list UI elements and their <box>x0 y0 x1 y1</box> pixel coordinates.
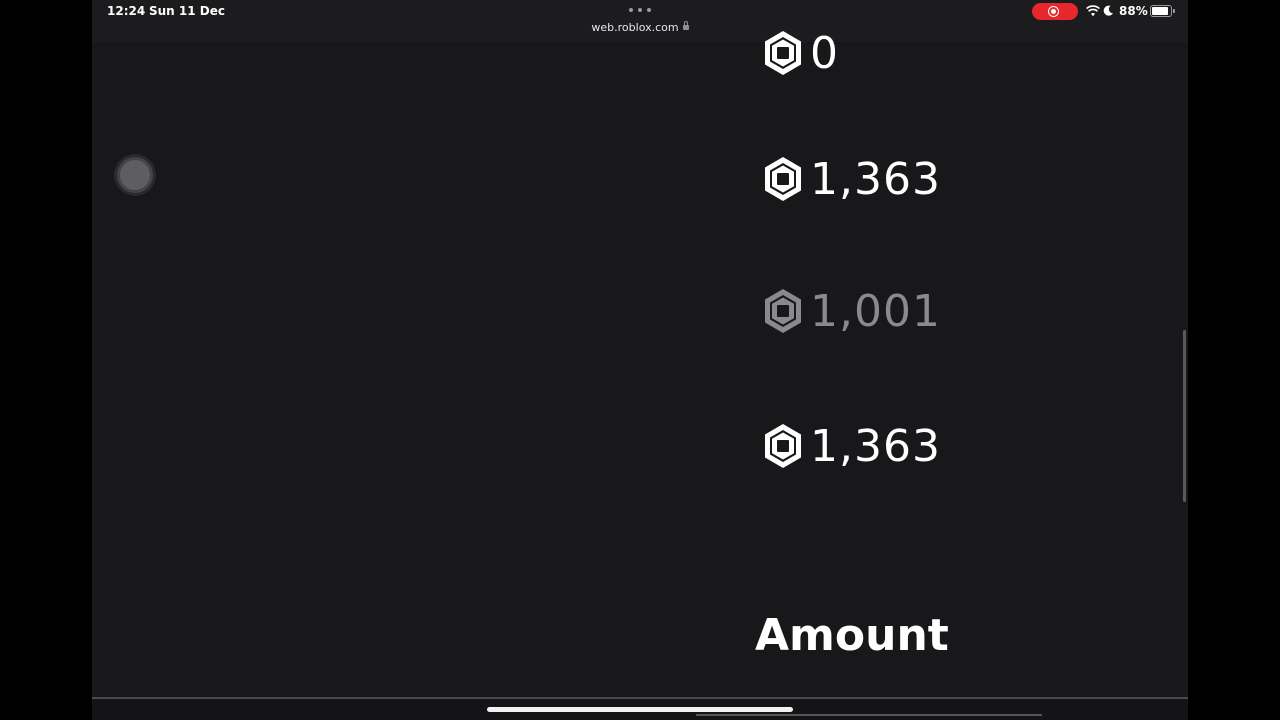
record-icon <box>1048 6 1059 17</box>
moon-icon <box>1103 5 1113 16</box>
robux-value: 0 <box>810 27 839 79</box>
wifi-icon <box>1086 5 1100 17</box>
screen-recording-indicator[interactable] <box>1032 3 1078 20</box>
robux-amount-row[interactable]: 1,363 <box>760 152 941 206</box>
assistive-touch-button[interactable] <box>114 154 156 196</box>
url-text: web.roblox.com <box>591 21 679 34</box>
more-options-icon[interactable] <box>629 8 651 14</box>
robux-icon <box>765 424 801 468</box>
robux-amount-row-dimmed[interactable]: 1,001 <box>760 284 941 338</box>
robux-value: 1,001 <box>810 285 941 337</box>
robux-amount-row[interactable]: 0 <box>760 26 839 80</box>
status-bar: 12:24 Sun 11 Dec web.roblox.com 88% <box>92 0 1188 42</box>
robux-icon <box>765 289 801 333</box>
video-progress-track <box>696 714 1042 716</box>
robux-amount-row[interactable]: 1,363 <box>760 419 941 473</box>
robux-value: 1,363 <box>810 153 941 205</box>
vertical-scrollbar[interactable] <box>1183 330 1186 502</box>
status-time: 12:24 <box>107 4 146 18</box>
address-bar[interactable]: web.roblox.com <box>572 21 708 34</box>
battery-icon <box>1150 5 1175 17</box>
battery-percentage: 88% <box>1119 4 1148 18</box>
browser-screen: 12:24 Sun 11 Dec web.roblox.com 88% 0 1,… <box>92 0 1188 720</box>
home-indicator[interactable] <box>487 707 793 712</box>
lock-icon <box>682 21 689 30</box>
battery-level-fill <box>1152 7 1168 15</box>
robux-value: 1,363 <box>810 420 941 472</box>
robux-icon <box>765 31 801 75</box>
robux-icon <box>765 157 801 201</box>
amount-heading: Amount <box>755 610 949 661</box>
status-date: Sun 11 Dec <box>149 4 225 18</box>
